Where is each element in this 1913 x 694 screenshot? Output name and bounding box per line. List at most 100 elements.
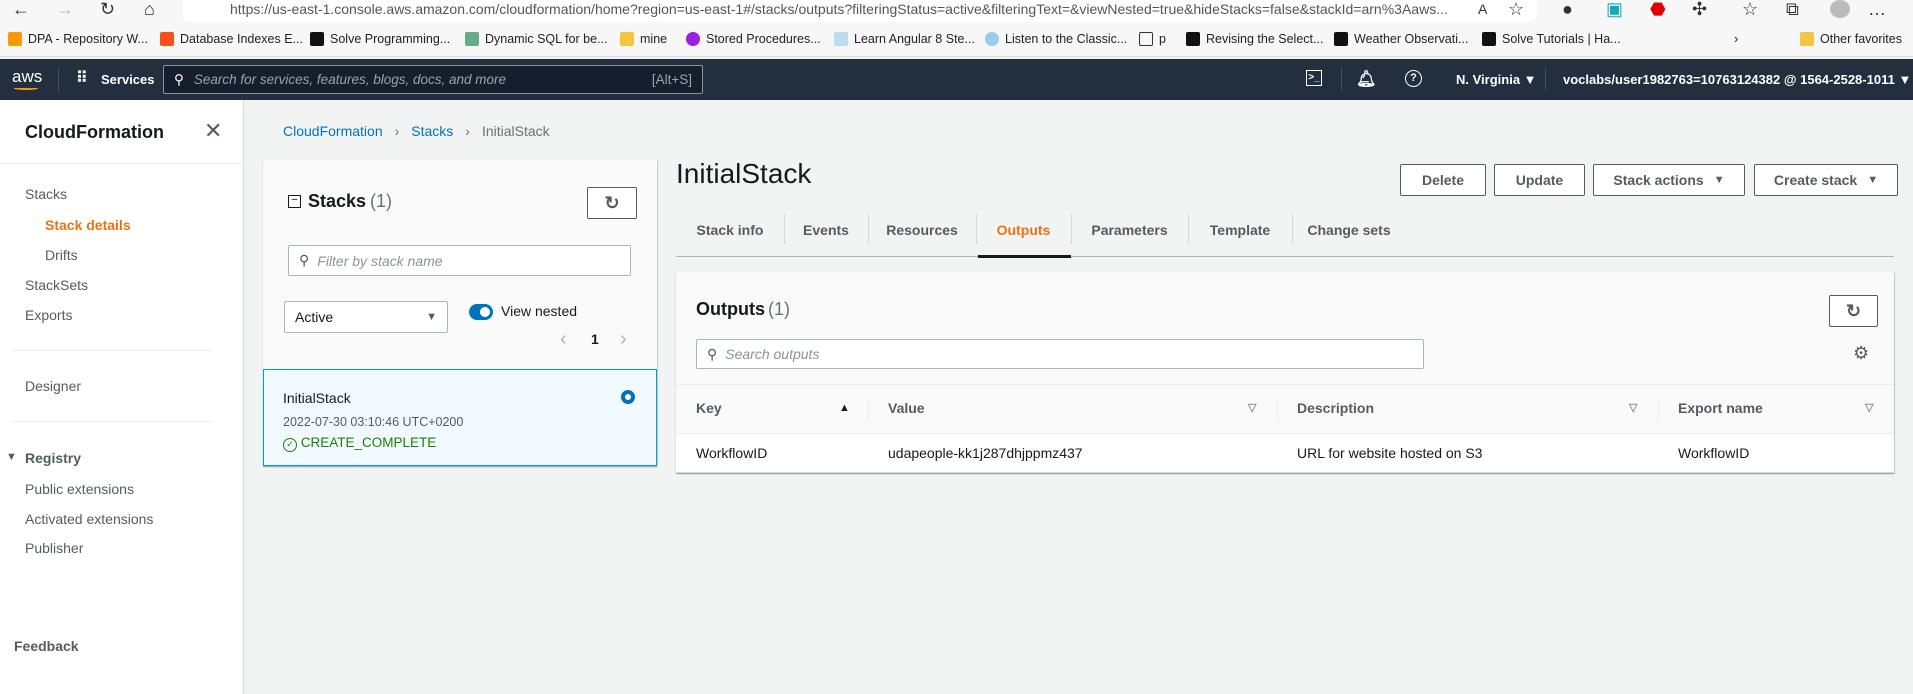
tab-parameters[interactable]: Parameters xyxy=(1071,210,1188,250)
caret-down-icon: ▼ xyxy=(1867,174,1879,186)
reload-icon[interactable]: ↻ xyxy=(100,0,115,18)
services-menu[interactable]: Services xyxy=(101,72,155,87)
breadcrumb-stacks[interactable]: Stacks xyxy=(411,123,453,139)
bookmark[interactable]: Solve Programming... xyxy=(310,32,450,46)
search-icon: ⚲ xyxy=(174,71,184,87)
stack-radio-selected[interactable] xyxy=(621,390,635,404)
update-button[interactable]: Update xyxy=(1494,164,1585,196)
bookmark[interactable]: Stored Procedures... xyxy=(686,32,821,46)
stack-list-item[interactable]: InitialStack 2022-07-30 03:10:46 UTC+020… xyxy=(263,369,657,466)
next-page-icon[interactable]: › xyxy=(620,328,627,351)
sidebar-section-registry[interactable]: Registry xyxy=(25,450,81,466)
refresh-stacks-button[interactable]: ↻ xyxy=(587,187,637,219)
cloudshell-icon[interactable]: >_ xyxy=(1306,70,1322,86)
stacks-count: (1) xyxy=(370,191,392,211)
account-menu[interactable]: voclabs/user1982763=10763124382 @ 1564-2… xyxy=(1563,72,1911,87)
breadcrumb-cloudformation[interactable]: CloudFormation xyxy=(283,123,383,139)
forward-icon[interactable]: → xyxy=(56,0,74,18)
sort-ascending-icon[interactable]: ▲ xyxy=(839,384,850,433)
back-icon[interactable]: ← xyxy=(12,0,30,18)
column-header-export-name[interactable]: Export name xyxy=(1678,384,1763,433)
read-aloud-icon[interactable]: A xyxy=(1478,0,1487,18)
collapse-icon[interactable]: − xyxy=(288,195,301,208)
sidebar-item-designer[interactable]: Designer xyxy=(25,378,81,394)
refresh-outputs-button[interactable]: ↻ xyxy=(1829,295,1878,327)
bookmarks-overflow-chevron-icon[interactable]: › xyxy=(1734,32,1738,46)
region-selector[interactable]: N. Virginia ▼ xyxy=(1456,72,1537,87)
tab-resources[interactable]: Resources xyxy=(868,210,976,250)
view-nested-toggle[interactable] xyxy=(469,304,493,320)
stack-filter-input[interactable]: ⚲ Filter by stack name xyxy=(288,245,631,276)
sidebar-item-stacks[interactable]: Stacks xyxy=(25,186,67,202)
camera-extension-icon[interactable]: ▣ xyxy=(1606,0,1623,18)
sidebar-item-stack-details[interactable]: Stack details xyxy=(45,217,131,233)
bookmark[interactable]: Weather Observati... xyxy=(1334,32,1468,46)
tab-template[interactable]: Template xyxy=(1188,210,1292,250)
chevron-right-icon: › xyxy=(394,123,400,139)
search-outputs-input[interactable]: ⚲ Search outputs xyxy=(696,339,1424,369)
sidebar-item-publisher[interactable]: Publisher xyxy=(25,540,83,556)
sidebar-item-activated-extensions[interactable]: Activated extensions xyxy=(25,511,153,527)
bookmark[interactable]: mine xyxy=(620,32,667,46)
sidebar-item-stacksets[interactable]: StackSets xyxy=(25,277,88,293)
sort-icon[interactable]: ▽ xyxy=(1865,384,1873,433)
search-placeholder: Search outputs xyxy=(725,346,820,362)
extension-icon[interactable]: ● xyxy=(1562,0,1573,18)
tab-stack-info[interactable]: Stack info xyxy=(676,210,784,250)
home-icon[interactable]: ⌂ xyxy=(144,0,155,18)
tab-events[interactable]: Events xyxy=(784,210,868,250)
sidebar-item-public-extensions[interactable]: Public extensions xyxy=(25,481,134,497)
extensions-icon[interactable]: ✣ xyxy=(1692,0,1707,18)
bookmark[interactable]: DPA - Repository W... xyxy=(8,32,148,46)
address-bar[interactable]: https://us-east-1.console.aws.amazon.com… xyxy=(182,0,1537,22)
cell-key: WorkflowID xyxy=(696,445,768,461)
column-header-description[interactable]: Description xyxy=(1297,384,1374,433)
tab-outputs[interactable]: Outputs xyxy=(976,210,1071,250)
bookmark[interactable]: Learn Angular 8 Ste... xyxy=(834,32,975,46)
other-favorites[interactable]: Other favorites xyxy=(1800,32,1902,46)
bookmark[interactable]: Listen to the Classic... xyxy=(985,32,1127,46)
more-icon[interactable]: … xyxy=(1868,0,1886,18)
bookmark[interactable]: Revising the Select... xyxy=(1186,32,1323,46)
bookmark[interactable]: Database Indexes E... xyxy=(160,32,303,46)
caret-down-icon: ▼ xyxy=(426,311,437,323)
select-value: Active xyxy=(295,309,334,325)
sidebar-item-exports[interactable]: Exports xyxy=(25,307,72,323)
search-icon: ⚲ xyxy=(299,252,310,268)
column-header-key[interactable]: Key xyxy=(696,384,722,433)
preferences-gear-icon[interactable]: ⚙ xyxy=(1853,343,1869,364)
sidebar-title: CloudFormation xyxy=(25,122,164,142)
cell-description: URL for website hosted on S3 xyxy=(1297,445,1483,461)
page-number[interactable]: 1 xyxy=(591,331,599,347)
feedback-link[interactable]: Feedback xyxy=(14,638,79,654)
favorite-star-icon[interactable]: ☆ xyxy=(1508,0,1524,18)
close-sidebar-icon[interactable]: ✕ xyxy=(204,118,222,144)
prev-page-icon[interactable]: ‹ xyxy=(560,328,567,351)
bookmark[interactable]: Dynamic SQL for be... xyxy=(465,32,608,46)
sidebar-item-drifts[interactable]: Drifts xyxy=(45,247,78,263)
help-icon[interactable]: ? xyxy=(1405,70,1422,87)
aws-logo[interactable]: aws xyxy=(12,67,42,87)
stack-actions-button[interactable]: Stack actions ▼ xyxy=(1593,164,1745,196)
profile-avatar[interactable] xyxy=(1830,0,1850,18)
breadcrumb-current: InitialStack xyxy=(481,123,550,139)
tab-change-sets[interactable]: Change sets xyxy=(1292,210,1406,250)
stack-name: InitialStack xyxy=(283,390,351,406)
stack-status: ✓ CREATE_COMPLETE xyxy=(283,435,436,452)
bookmark[interactable]: Solve Tutorials | Ha... xyxy=(1482,32,1621,46)
status-filter-select[interactable]: Active ▼ xyxy=(284,301,448,333)
caret-down-icon[interactable]: ▼ xyxy=(6,451,17,463)
search-shortcut: [Alt+S] xyxy=(651,72,692,87)
bookmark[interactable]: p xyxy=(1139,32,1166,46)
notifications-bell-icon[interactable]: 🔔︎ xyxy=(1356,69,1376,89)
create-stack-button[interactable]: Create stack ▼ xyxy=(1754,164,1898,196)
favorites-icon[interactable]: ☆ xyxy=(1742,0,1758,18)
adblock-extension-icon[interactable]: ⬣ xyxy=(1650,0,1666,18)
collections-icon[interactable]: ⧉ xyxy=(1786,0,1799,18)
global-search-input[interactable]: ⚲ Search for services, features, blogs, … xyxy=(163,65,703,94)
sort-icon[interactable]: ▽ xyxy=(1248,384,1256,433)
column-header-value[interactable]: Value xyxy=(888,384,925,433)
delete-button[interactable]: Delete xyxy=(1400,164,1486,196)
sort-icon[interactable]: ▽ xyxy=(1629,384,1637,433)
search-placeholder: Search for services, features, blogs, do… xyxy=(193,72,507,87)
